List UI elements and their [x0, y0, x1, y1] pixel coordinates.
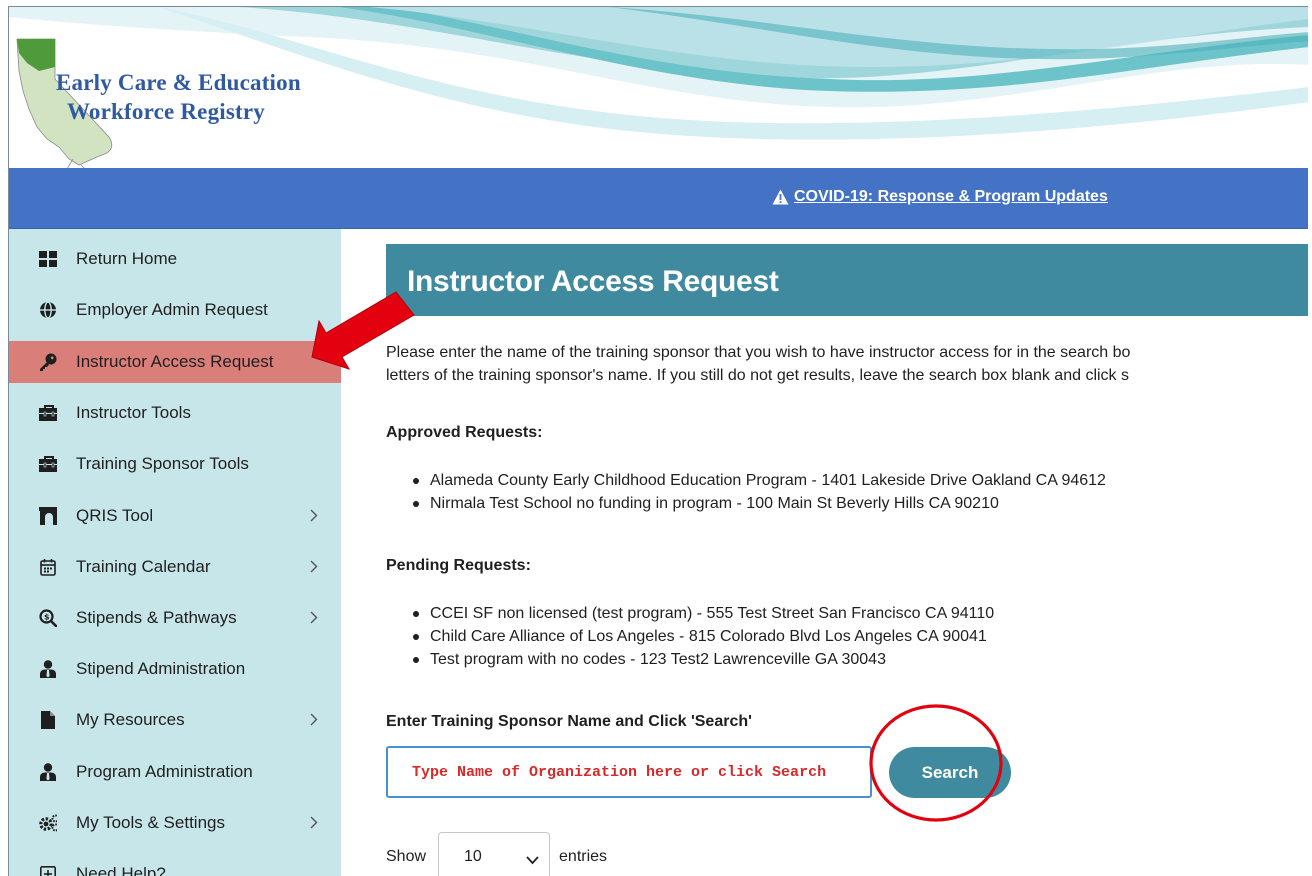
chevron-right-icon [310, 509, 318, 527]
covid-updates-link[interactable]: COVID-19: Response & Program Updates [772, 188, 1108, 206]
sidebar-item-label: Training Calendar [76, 557, 211, 576]
sidebar-item-my-resources[interactable]: My Resources [9, 699, 341, 741]
sidebar-item-label: Stipends & Pathways [76, 608, 237, 627]
site-header: Early Care & Education Workforce Registr… [9, 7, 1308, 169]
page-title: Instructor Access Request [407, 265, 779, 298]
user-tie-icon [39, 763, 57, 781]
sidebar-item-label: My Resources [76, 710, 185, 729]
grid-icon [39, 250, 57, 268]
file-icon [39, 711, 57, 729]
training-sponsor-search-input[interactable] [386, 746, 872, 798]
sidebar-item-my-tools-settings[interactable]: My Tools & Settings [9, 802, 341, 844]
chevron-right-icon [310, 560, 318, 578]
sidebar-item-stipends-pathways[interactable]: $ Stipends & Pathways [9, 597, 341, 639]
sidebar-item-label: Training Sponsor Tools [76, 454, 249, 473]
chevron-right-icon [310, 713, 318, 731]
sidebar-item-label: Return Home [76, 249, 178, 268]
sidebar-item-qris-tool[interactable]: QRIS Tool [9, 495, 341, 537]
browser-frame: Early Care & Education Workforce Registr… [8, 6, 1308, 876]
entries-label: entries [559, 848, 608, 865]
entries-per-page-select[interactable]: 10 [438, 832, 551, 876]
chevron-right-icon [310, 611, 318, 629]
sidebar-nav: Return Home Employer Admin Request Instr… [9, 229, 341, 876]
svg-text:$: $ [44, 613, 50, 622]
sidebar-item-instructor-tools[interactable]: Instructor Tools [9, 392, 341, 434]
list-item: Test program with no codes - 123 Test2 L… [386, 648, 1308, 671]
list-item: CCEI SF non licensed (test program) - 55… [386, 602, 1308, 625]
archway-icon [39, 507, 57, 525]
globe-icon [39, 301, 57, 319]
sidebar-item-label: My Tools & Settings [76, 813, 225, 832]
key-icon [39, 353, 57, 371]
sidebar-item-label: Instructor Tools [76, 403, 191, 422]
sidebar-item-program-administration[interactable]: Program Administration [9, 751, 341, 793]
sidebar-item-return-home[interactable]: Return Home [9, 238, 341, 280]
intro-line: Please enter the name of the training sp… [386, 344, 1131, 361]
entries-length-control: Show 10 entries [386, 832, 607, 876]
search-label: Enter Training Sponsor Name and Click 'S… [386, 713, 752, 730]
intro-line: letters of the training sponsor's name. … [386, 367, 1129, 384]
sidebar-item-label: Stipend Administration [76, 659, 246, 678]
sidebar-item-label: Employer Admin Request [76, 300, 268, 319]
calendar-icon [39, 558, 57, 576]
list-item: Alameda County Early Childhood Education… [386, 469, 1308, 492]
sidebar-item-label: Need Help? [76, 864, 166, 876]
entries-select-value: 10 [464, 848, 482, 865]
search-button[interactable]: Search [889, 747, 1011, 798]
covid-link-text: COVID-19: Response & Program Updates [794, 188, 1108, 205]
plus-square-icon [39, 865, 57, 876]
pending-requests-title: Pending Requests: [386, 557, 531, 574]
sidebar-item-training-calendar[interactable]: Training Calendar [9, 546, 341, 588]
list-item: Child Care Alliance of Los Angeles - 815… [386, 625, 1308, 648]
sidebar-item-employer-admin-request[interactable]: Employer Admin Request [9, 289, 341, 331]
pending-requests-list: CCEI SF non licensed (test program) - 55… [386, 602, 1308, 671]
warning-icon [772, 189, 789, 205]
sidebar-item-label: Instructor Access Request [76, 352, 274, 371]
sidebar-item-training-sponsor-tools[interactable]: Training Sponsor Tools [9, 443, 341, 485]
show-label: Show [386, 848, 427, 865]
covid-announcement-bar: COVID-19: Response & Program Updates [9, 168, 1308, 229]
logo-text-line1: Early Care & Education [56, 70, 301, 95]
sidebar-item-label: QRIS Tool [76, 506, 154, 525]
approved-requests-title: Approved Requests: [386, 424, 543, 441]
sidebar-item-instructor-access-request[interactable]: Instructor Access Request [9, 341, 341, 383]
sidebar-item-need-help[interactable]: Need Help? [9, 853, 341, 876]
sidebar-item-label: Program Administration [76, 762, 253, 781]
toolbox-icon [39, 404, 57, 422]
user-tie-icon [39, 660, 57, 678]
chevron-down-icon [526, 852, 539, 870]
toolbox-icon [39, 455, 57, 473]
approved-requests-list: Alameda County Early Childhood Education… [386, 469, 1308, 515]
sidebar-item-stipend-administration[interactable]: Stipend Administration [9, 648, 341, 690]
logo-text-line2: Workforce Registry [67, 99, 265, 124]
search-dollar-icon: $ [39, 609, 57, 627]
cogs-icon [39, 814, 57, 832]
main-content: Instructor Access Request Please enter t… [341, 229, 1308, 876]
chevron-right-icon [310, 816, 318, 834]
list-item: Nirmala Test School no funding in progra… [386, 492, 1308, 515]
page-title-banner: Instructor Access Request [386, 244, 1308, 316]
intro-text: Please enter the name of the training sp… [386, 341, 1308, 387]
